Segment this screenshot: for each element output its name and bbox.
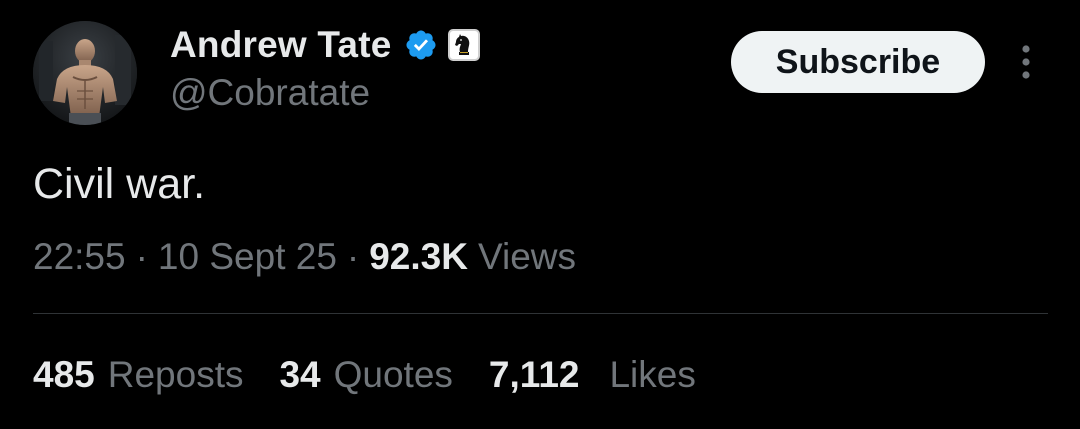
views-label: Views xyxy=(477,236,576,277)
tweet-meta: 22:55 · 10 Sept 25 · 92.3K Views xyxy=(33,236,576,278)
likes-label: Likes xyxy=(609,354,696,395)
engagement-stats: 485 Reposts 34 Quotes 7,112 Likes xyxy=(33,354,732,396)
meta-separator: · xyxy=(346,236,360,277)
likes-count: 7,112 xyxy=(488,354,580,395)
author-display-name[interactable]: Andrew Tate xyxy=(170,24,392,66)
author-avatar[interactable] xyxy=(33,21,137,125)
quotes-count: 34 xyxy=(279,354,321,395)
reposts-count: 485 xyxy=(33,354,95,395)
meta-separator: · xyxy=(135,236,148,277)
quotes-label: Quotes xyxy=(333,354,453,395)
likes-stat[interactable]: 7,112 Likes xyxy=(489,354,696,396)
divider xyxy=(33,313,1048,314)
avatar-photo xyxy=(33,21,137,125)
author-handle[interactable]: @Cobratate xyxy=(170,72,370,114)
tweet-time[interactable]: 22:55 xyxy=(33,236,126,278)
author-name-row: Andrew Tate xyxy=(170,22,480,68)
reposts-stat[interactable]: 485 Reposts xyxy=(33,354,243,396)
subscribe-button[interactable]: Subscribe xyxy=(731,31,985,93)
chess-knight-icon[interactable] xyxy=(447,29,480,61)
tweet-date[interactable]: 10 Sept 25 xyxy=(158,236,337,278)
verified-badge-icon[interactable] xyxy=(404,28,438,62)
reposts-label: Reposts xyxy=(107,354,244,395)
views-count: 92.3K xyxy=(369,236,468,277)
tweet-text: Civil war. xyxy=(33,160,206,208)
quotes-stat[interactable]: 34 Quotes xyxy=(279,354,452,396)
more-vertical-icon[interactable] xyxy=(1012,40,1040,84)
